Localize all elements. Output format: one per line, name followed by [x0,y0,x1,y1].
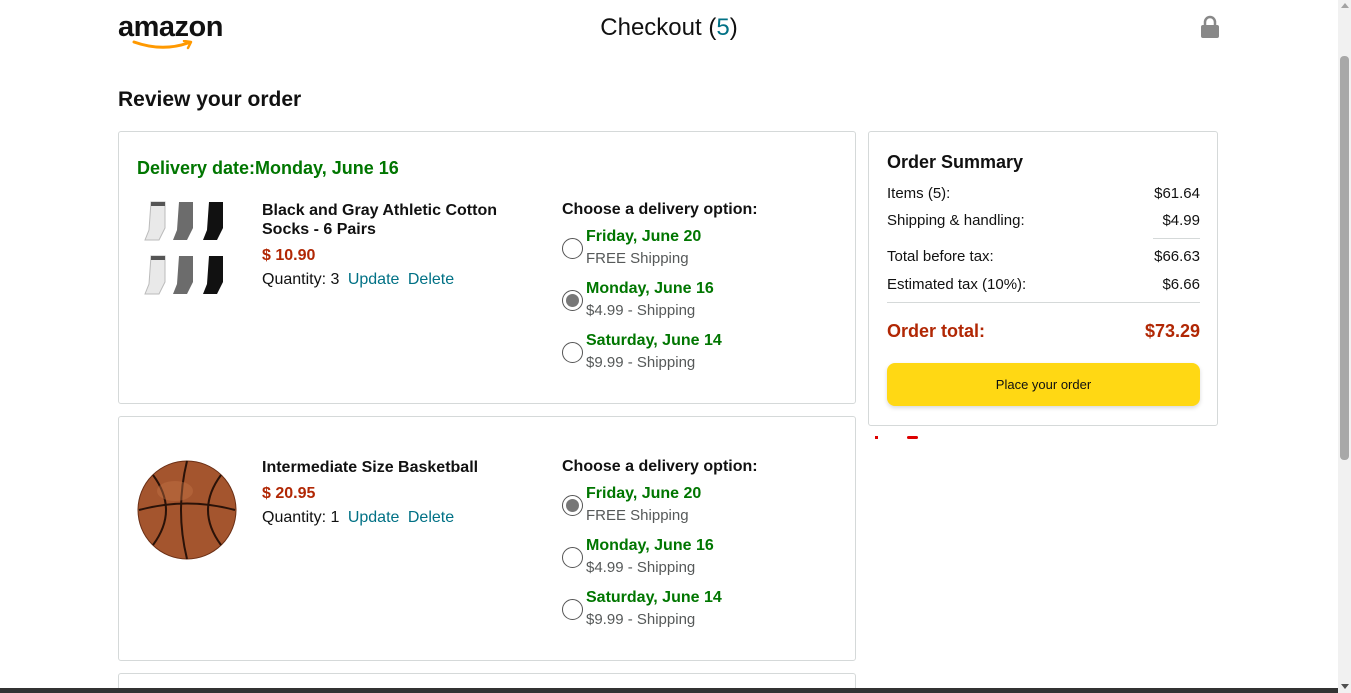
delivery-option-date: Friday, June 20 [586,228,702,245]
scrollbar-thumb[interactable] [1340,56,1349,460]
order-total-label: Order total: [887,321,986,341]
summary-shipping-label: Shipping & handling: [887,212,1025,229]
delivery-option[interactable]: Saturday, June 14 $9.99 - Shipping [562,589,852,641]
scroll-down-arrow-icon[interactable] [1341,684,1349,689]
delivery-option-shipping: FREE Shipping [586,507,689,524]
header: amazon Checkout (5) [0,0,1338,62]
summary-divider [887,302,1200,303]
product-name: Intermediate Size Basketball [262,459,479,476]
summary-items-row: Items (5): $61.64 [887,185,1200,202]
delivery-options-title: Choose a delivery option: [562,458,758,475]
checkout-page: amazon Checkout (5) Review your order De… [0,0,1351,693]
delivery-option-radio[interactable] [562,599,583,620]
summary-shipping-value: $4.99 [1162,212,1200,229]
product-name: Black and Gray Athletic Cotton Socks - 6… [262,202,497,238]
delivery-option[interactable]: Friday, June 20 FREE Shipping [562,228,852,280]
delivery-option[interactable]: Monday, June 16 $4.99 - Shipping [562,537,852,589]
socks-product-image [144,201,223,295]
delivery-option[interactable]: Friday, June 20 FREE Shipping [562,485,852,537]
delivery-option-date: Monday, June 16 [586,280,714,297]
summary-before-tax-label: Total before tax: [887,248,994,265]
lock-icon [1201,15,1219,38]
delivery-options-title: Choose a delivery option: [562,201,758,218]
delivery-option-radio[interactable] [562,290,583,311]
order-card: Delivery date:Monday, June 16 Black and … [118,131,856,404]
delivery-option[interactable]: Monday, June 16 $4.99 - Shipping [562,280,852,332]
bottom-edge [0,688,1338,693]
place-order-button[interactable]: Place your order [887,363,1200,406]
delivery-option-shipping: $9.99 - Shipping [586,354,696,371]
quantity-text: Quantity: 3 [262,271,340,288]
basketball-product-image [137,460,237,560]
quantity-text: Quantity: 1 [262,509,340,526]
order-summary: Order Summary Items (5): $61.64 Shipping… [868,131,1218,426]
checkout-label: Checkout [600,14,702,41]
quantity-row: Quantity: 3 Update Delete [262,271,454,289]
scroll-up-arrow-icon[interactable] [1341,3,1349,8]
delivery-option-radio[interactable] [562,495,583,516]
order-summary-title: Order Summary [887,152,1024,172]
summary-items-label: Items (5): [887,185,951,202]
update-quantity-link[interactable]: Update [348,509,400,526]
delivery-option-shipping: $4.99 - Shipping [586,559,696,576]
summary-before-tax-value: $66.63 [1154,248,1200,265]
delivery-date: Delivery date:Monday, June 16 [137,158,399,178]
summary-before-tax-row: Total before tax: $66.63 [887,248,1200,265]
artifact-dash [907,436,918,439]
delivery-option-date: Saturday, June 14 [586,589,722,606]
delivery-option-shipping: FREE Shipping [586,250,689,267]
delivery-option[interactable]: Saturday, June 14 $9.99 - Shipping [562,332,852,384]
delivery-option-date: Saturday, June 14 [586,332,722,349]
delete-item-link[interactable]: Delete [408,271,454,288]
delivery-option-shipping: $4.99 - Shipping [586,302,696,319]
delivery-option-radio[interactable] [562,342,583,363]
delivery-option-shipping: $9.99 - Shipping [586,611,696,628]
summary-tax-row: Estimated tax (10%): $6.66 [887,276,1200,293]
delivery-option-radio[interactable] [562,238,583,259]
summary-tax-value: $6.66 [1162,276,1200,293]
delivery-option-date: Monday, June 16 [586,537,714,554]
artifact-dot [875,436,878,439]
order-card: Intermediate Size Basketball $ 20.95 Qua… [118,416,856,661]
review-order-title: Review your order [118,88,302,111]
product-price: $ 20.95 [262,485,316,502]
delivery-option-date: Friday, June 20 [586,485,702,502]
summary-divider [1153,238,1200,239]
update-quantity-link[interactable]: Update [348,271,400,288]
summary-tax-label: Estimated tax (10%): [887,276,1027,293]
order-total-value: $73.29 [1144,321,1200,341]
delivery-options: Choose a delivery option: Friday, June 2… [562,201,852,384]
order-total-row: Order total: $73.29 [887,321,1200,342]
quantity-row: Quantity: 1 Update Delete [262,509,454,527]
checkout-title: Checkout (5) [600,14,738,41]
delivery-options: Choose a delivery option: Friday, June 2… [562,458,852,641]
summary-items-value: $61.64 [1154,185,1200,202]
delivery-option-radio[interactable] [562,547,583,568]
product-price: $ 10.90 [262,247,316,264]
delete-item-link[interactable]: Delete [408,509,454,526]
summary-shipping-row: Shipping & handling: $4.99 [887,212,1200,229]
vertical-scrollbar[interactable] [1338,0,1351,693]
checkout-count[interactable]: 5 [716,14,729,41]
